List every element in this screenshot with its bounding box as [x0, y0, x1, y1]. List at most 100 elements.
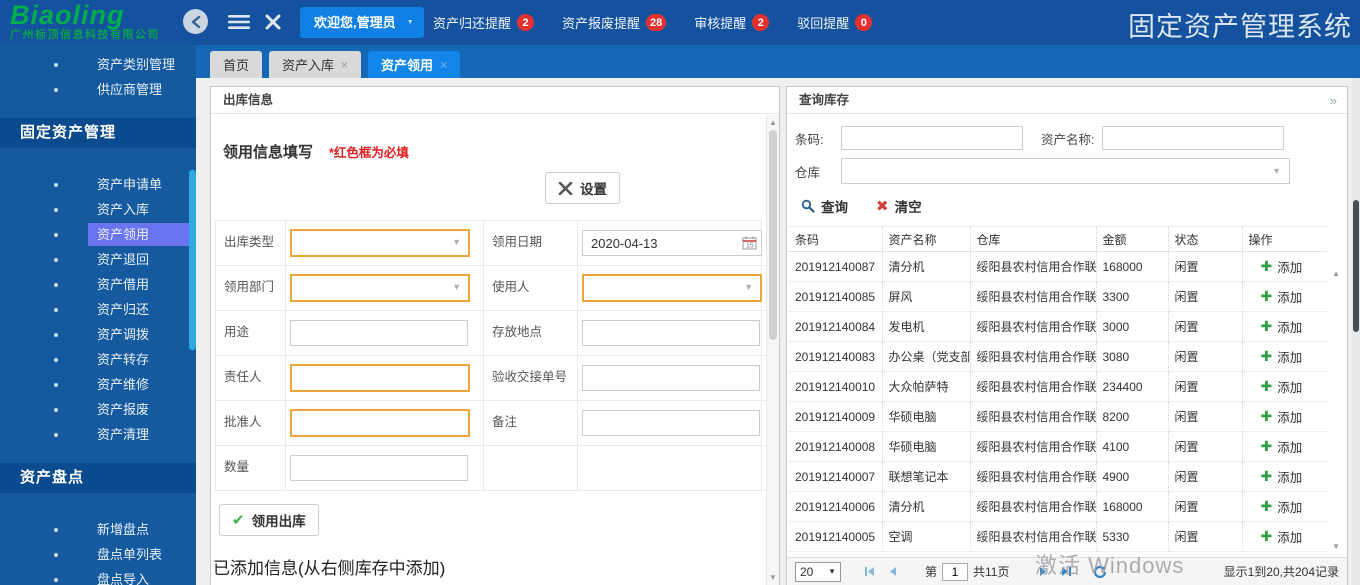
scroll-down-icon[interactable]: ▼	[769, 573, 777, 582]
cell-asset-name: 清分机	[882, 252, 970, 282]
user-menu-button[interactable]: 欢迎您,管理员 ▼	[300, 7, 424, 38]
last-page-button[interactable]	[1060, 565, 1073, 578]
sidebar-item[interactable]: 资产清理	[0, 422, 196, 447]
next-page-button[interactable]	[1037, 565, 1050, 578]
page-size-select[interactable]: 20 ▼	[795, 562, 841, 582]
sidebar-item[interactable]: 资产入库	[0, 197, 196, 222]
text-input[interactable]	[290, 364, 470, 392]
outbound-submit-button[interactable]: ✔ 领用出库	[219, 504, 319, 536]
tab[interactable]: 资产领用 ×	[368, 51, 460, 78]
table-row: 201912140008 华硕电脑 绥阳县农村信用合作联社划 4100 闲置 ✚…	[789, 432, 1327, 462]
sidebar-item[interactable]: 资产报废	[0, 397, 196, 422]
hamburger-menu-button[interactable]	[228, 14, 250, 33]
sidebar-item[interactable]: 新增盘点	[0, 517, 196, 542]
text-input[interactable]	[290, 409, 470, 437]
table-scroll-up-icon[interactable]: ▲	[1332, 269, 1340, 278]
cell-status: 闲置	[1168, 372, 1242, 402]
add-label: 添加	[1277, 377, 1302, 396]
notification-item[interactable]: 驳回提醒 0	[797, 13, 872, 32]
text-input[interactable]	[582, 365, 760, 391]
sidebar-item[interactable]: 资产维修	[0, 372, 196, 397]
cell-amount: 8200	[1096, 402, 1168, 432]
form-select[interactable]: ▼	[290, 274, 470, 302]
outbound-panel-title: 出库信息	[211, 87, 779, 114]
sidebar-item[interactable]: 资产借用	[0, 272, 196, 297]
outbound-form: 出库类型▼领用日期2020-04-1315领用部门▼使用人▼用途存放地点责任人验…	[215, 220, 762, 491]
add-to-outbound-button[interactable]: ✚ 添加	[1249, 287, 1303, 306]
clear-button[interactable]: ✖ 清空	[876, 196, 922, 216]
cell-status: 闲置	[1168, 462, 1242, 492]
sidebar-item[interactable]: 盘点导入	[0, 567, 196, 585]
cell-amount: 168000	[1096, 492, 1168, 522]
page-scrollbar-thumb[interactable]	[1353, 200, 1359, 332]
sidebar-item[interactable]: 资产调拨	[0, 322, 196, 347]
settings-button[interactable]: 设置	[545, 172, 620, 204]
page-number-input[interactable]	[942, 563, 968, 581]
search-button[interactable]: 查询	[801, 196, 848, 216]
welcome-label: 欢迎您,管理员	[314, 15, 396, 30]
close-all-tabs-button[interactable]	[264, 13, 282, 34]
add-to-outbound-button[interactable]: ✚ 添加	[1249, 527, 1303, 546]
add-to-outbound-button[interactable]: ✚ 添加	[1249, 467, 1303, 486]
add-to-outbound-button[interactable]: ✚ 添加	[1249, 437, 1303, 456]
tab[interactable]: 首页	[210, 51, 262, 78]
scrollbar-thumb[interactable]	[769, 130, 777, 340]
tab-close-icon[interactable]: ×	[440, 59, 447, 71]
notification-item[interactable]: 资产报废提醒 28	[562, 13, 666, 32]
cell-warehouse: 绥阳县农村信用合作联社划	[970, 282, 1096, 312]
sidebar-item[interactable]: 资产申请单	[0, 172, 196, 197]
text-input[interactable]	[582, 410, 760, 436]
tab[interactable]: 资产入库 ×	[269, 51, 361, 78]
add-label: 添加	[1277, 467, 1302, 486]
add-to-outbound-button[interactable]: ✚ 添加	[1249, 317, 1303, 336]
form-label: 用途	[216, 311, 286, 356]
sidebar-item[interactable]: 资产转存	[0, 347, 196, 372]
page-scrollbar[interactable]	[1352, 78, 1360, 585]
sidebar-item[interactable]: 资产类别管理	[0, 52, 196, 77]
notification-item[interactable]: 审核提醒 2	[694, 13, 769, 32]
notification-item[interactable]: 资产归还提醒 2	[433, 13, 534, 32]
bullet-icon	[54, 383, 58, 387]
text-input[interactable]	[290, 320, 468, 346]
sidebar-collapse-button[interactable]	[183, 9, 208, 34]
clear-x-icon: ✖	[876, 197, 889, 215]
add-to-outbound-button[interactable]: ✚ 添加	[1249, 347, 1303, 366]
bullet-icon	[54, 333, 58, 337]
sidebar-item[interactable]: 资产退回	[0, 247, 196, 272]
bullet-icon	[54, 233, 58, 237]
text-input[interactable]	[582, 320, 760, 346]
date-input[interactable]: 2020-04-1315	[582, 230, 762, 256]
barcode-input[interactable]	[841, 126, 1023, 150]
bullet-icon	[54, 183, 58, 187]
tab-close-icon[interactable]: ×	[341, 59, 348, 71]
warehouse-select[interactable]: ▼	[841, 158, 1290, 184]
add-to-outbound-button[interactable]: ✚ 添加	[1249, 407, 1303, 426]
plus-icon: ✚	[1261, 408, 1273, 425]
add-to-outbound-button[interactable]: ✚ 添加	[1249, 497, 1303, 516]
app-root: Biaoling 广州标顶信息科技有限公司 欢迎您,管理员 ▼ 资产归还提醒 2…	[0, 0, 1360, 585]
refresh-button[interactable]	[1093, 565, 1107, 579]
form-select[interactable]: ▼	[582, 274, 762, 302]
sidebar-item[interactable]: 盘点单列表	[0, 542, 196, 567]
add-to-outbound-button[interactable]: ✚ 添加	[1249, 257, 1303, 276]
prev-page-button[interactable]	[886, 565, 899, 578]
add-to-outbound-button[interactable]: ✚ 添加	[1249, 377, 1303, 396]
section-title: 领用信息填写	[223, 141, 313, 162]
calendar-icon[interactable]: 15	[742, 236, 757, 250]
cell-warehouse: 绥阳县农村信用合作联社划	[970, 402, 1096, 432]
sidebar-scrollbar[interactable]	[189, 170, 196, 350]
logo: Biaoling 广州标顶信息科技有限公司	[10, 2, 160, 41]
scroll-up-icon[interactable]: ▲	[769, 118, 777, 127]
sidebar-item[interactable]: 资产领用	[0, 222, 196, 247]
notification-label: 资产归还提醒	[433, 13, 511, 32]
table-scroll-down-icon[interactable]: ▼	[1332, 542, 1340, 551]
outbound-scrollbar[interactable]: ▲ ▼	[766, 115, 779, 585]
first-page-button[interactable]	[863, 565, 876, 578]
text-input[interactable]	[290, 455, 468, 481]
sidebar-item[interactable]: 资产归还	[0, 297, 196, 322]
asset-name-input[interactable]	[1102, 126, 1284, 150]
form-select[interactable]: ▼	[290, 229, 470, 257]
panel-collapse-icon[interactable]: »	[1330, 87, 1337, 114]
sidebar-item[interactable]: 供应商管理	[0, 77, 196, 102]
cell-warehouse: 绥阳县农村信用合作联社划	[970, 312, 1096, 342]
